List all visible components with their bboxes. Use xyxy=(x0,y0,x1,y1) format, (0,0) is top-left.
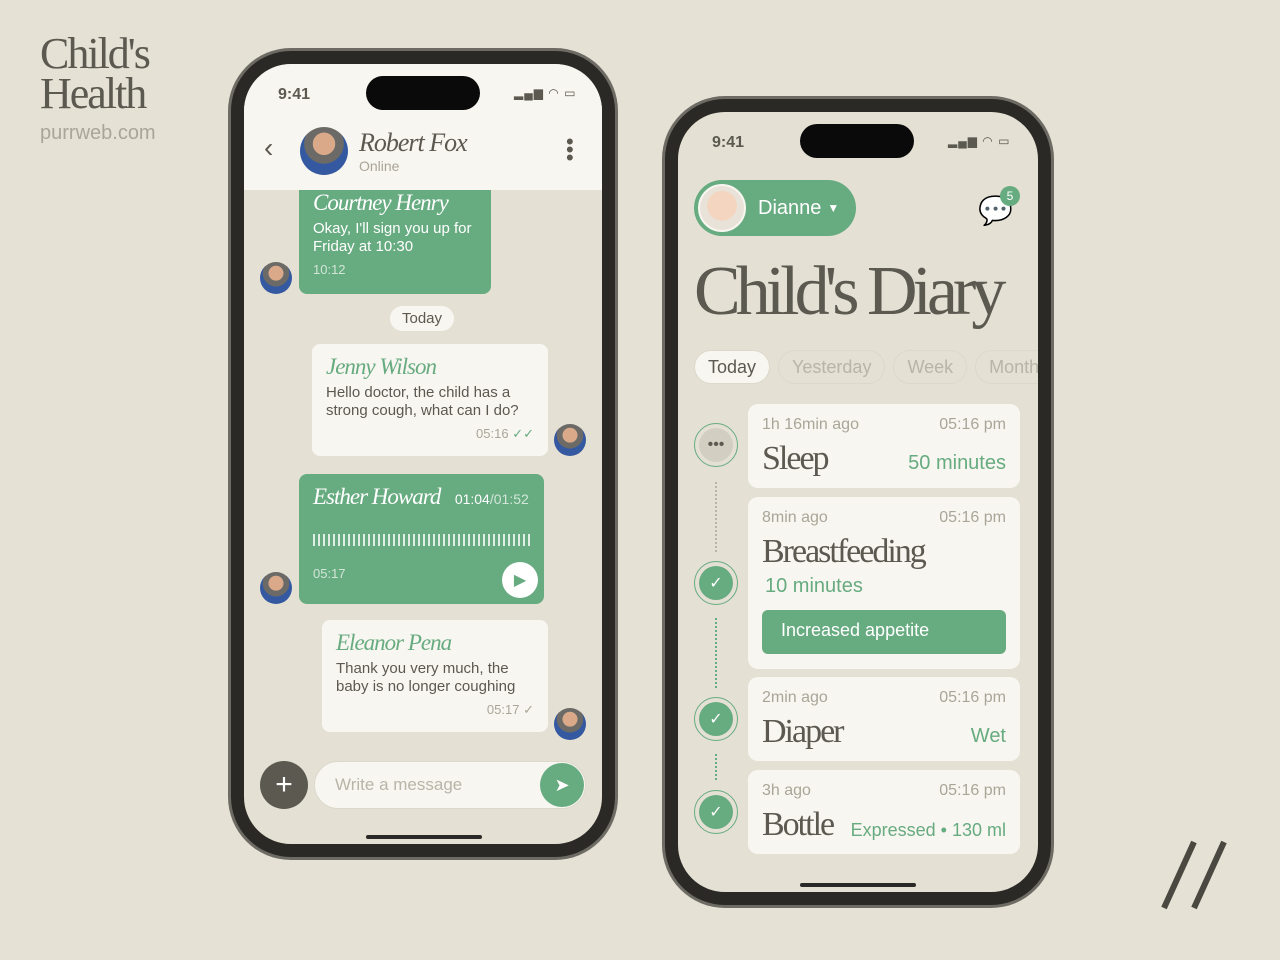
timeline-line xyxy=(715,618,717,688)
status-icons: ▂▄▆ ◠ ▭ xyxy=(948,134,1011,148)
status-time: 9:41 xyxy=(278,86,311,103)
add-button[interactable]: + xyxy=(260,761,308,809)
brand-title: Child's Health xyxy=(40,29,151,118)
home-indicator xyxy=(366,835,482,839)
entry-card[interactable]: 1h 16min ago 05:16 pm Sleep 50 minutes xyxy=(748,404,1020,488)
check-icon: ✓ xyxy=(694,790,738,834)
send-button[interactable]: ➤ xyxy=(540,763,584,807)
message-bubble: Eleanor Pena Thank you very much, the bab… xyxy=(322,620,548,732)
message-bubble: Jenny Wilson Hello doctor, the child has … xyxy=(312,344,548,456)
dynamic-island xyxy=(800,124,914,158)
double-check-icon: ✓✓ xyxy=(512,426,534,441)
tab-today[interactable]: Today xyxy=(694,350,771,384)
check-icon: ✓ xyxy=(694,697,738,741)
voice-message: Esther Howard 01:04/01:52 05:17 ▶ xyxy=(299,474,544,604)
entry-card[interactable]: 8min ago 05:16 pm Breastfeeding 10 minutes… xyxy=(748,497,1020,669)
avatar xyxy=(260,572,292,604)
status-pending-icon: ••• xyxy=(694,423,738,467)
purrweb-logo xyxy=(1160,840,1230,910)
contact-name: Robert Fox xyxy=(359,128,468,157)
contact-status: Online xyxy=(359,158,400,174)
check-icon: ✓ xyxy=(694,561,738,605)
back-button[interactable]: ‹ xyxy=(264,132,273,164)
chevron-down-icon: ▼ xyxy=(827,201,840,215)
diary-phone: 9:41 ▂▄▆ ◠ ▭ Dianne ▼ 💬 5 Child's Diary T… xyxy=(665,99,1051,905)
page-title: Child's Diary xyxy=(694,253,1006,330)
date-divider: Today xyxy=(390,306,455,331)
child-selector[interactable]: Dianne ▼ xyxy=(694,180,856,236)
entry-card[interactable]: 3h ago 05:16 pm Bottle Expressed • 130 ml xyxy=(748,770,1020,854)
entry-note: Increased appetite xyxy=(762,610,1006,654)
child-avatar xyxy=(698,184,746,232)
more-icon[interactable]: • • • xyxy=(566,131,574,169)
check-icon: ✓ xyxy=(523,702,534,717)
status-icons: ▂▄▆ ◠ ▭ xyxy=(514,86,577,100)
tab-yesterday[interactable]: Yesterday xyxy=(778,350,886,384)
home-indicator xyxy=(800,883,916,887)
dynamic-island xyxy=(366,76,480,110)
avatar xyxy=(260,262,292,294)
timeline-line xyxy=(715,754,717,780)
avatar xyxy=(300,127,348,175)
tab-week[interactable]: Week xyxy=(893,350,968,384)
tab-month[interactable]: Month xyxy=(975,350,1038,384)
brand-url: purrweb.com xyxy=(40,122,156,144)
avatar xyxy=(554,424,586,456)
entry-card[interactable]: 2min ago 05:16 pm Diaper Wet xyxy=(748,677,1020,761)
notification-badge: 5 xyxy=(1000,186,1020,206)
chat-phone: 9:41 ▂▄▆ ◠ ▭ ‹ Robert Fox Online • • • Cou… xyxy=(231,51,615,857)
play-button[interactable]: ▶ xyxy=(502,562,538,598)
timeline-line xyxy=(715,482,717,552)
period-tabs: Today Yesterday Week Month xyxy=(694,350,1038,384)
avatar xyxy=(554,708,586,740)
status-time: 9:41 xyxy=(712,134,745,151)
message-bubble: Courtney Henry Okay, I'll sign you up for… xyxy=(299,190,491,294)
waveform[interactable] xyxy=(313,520,530,560)
